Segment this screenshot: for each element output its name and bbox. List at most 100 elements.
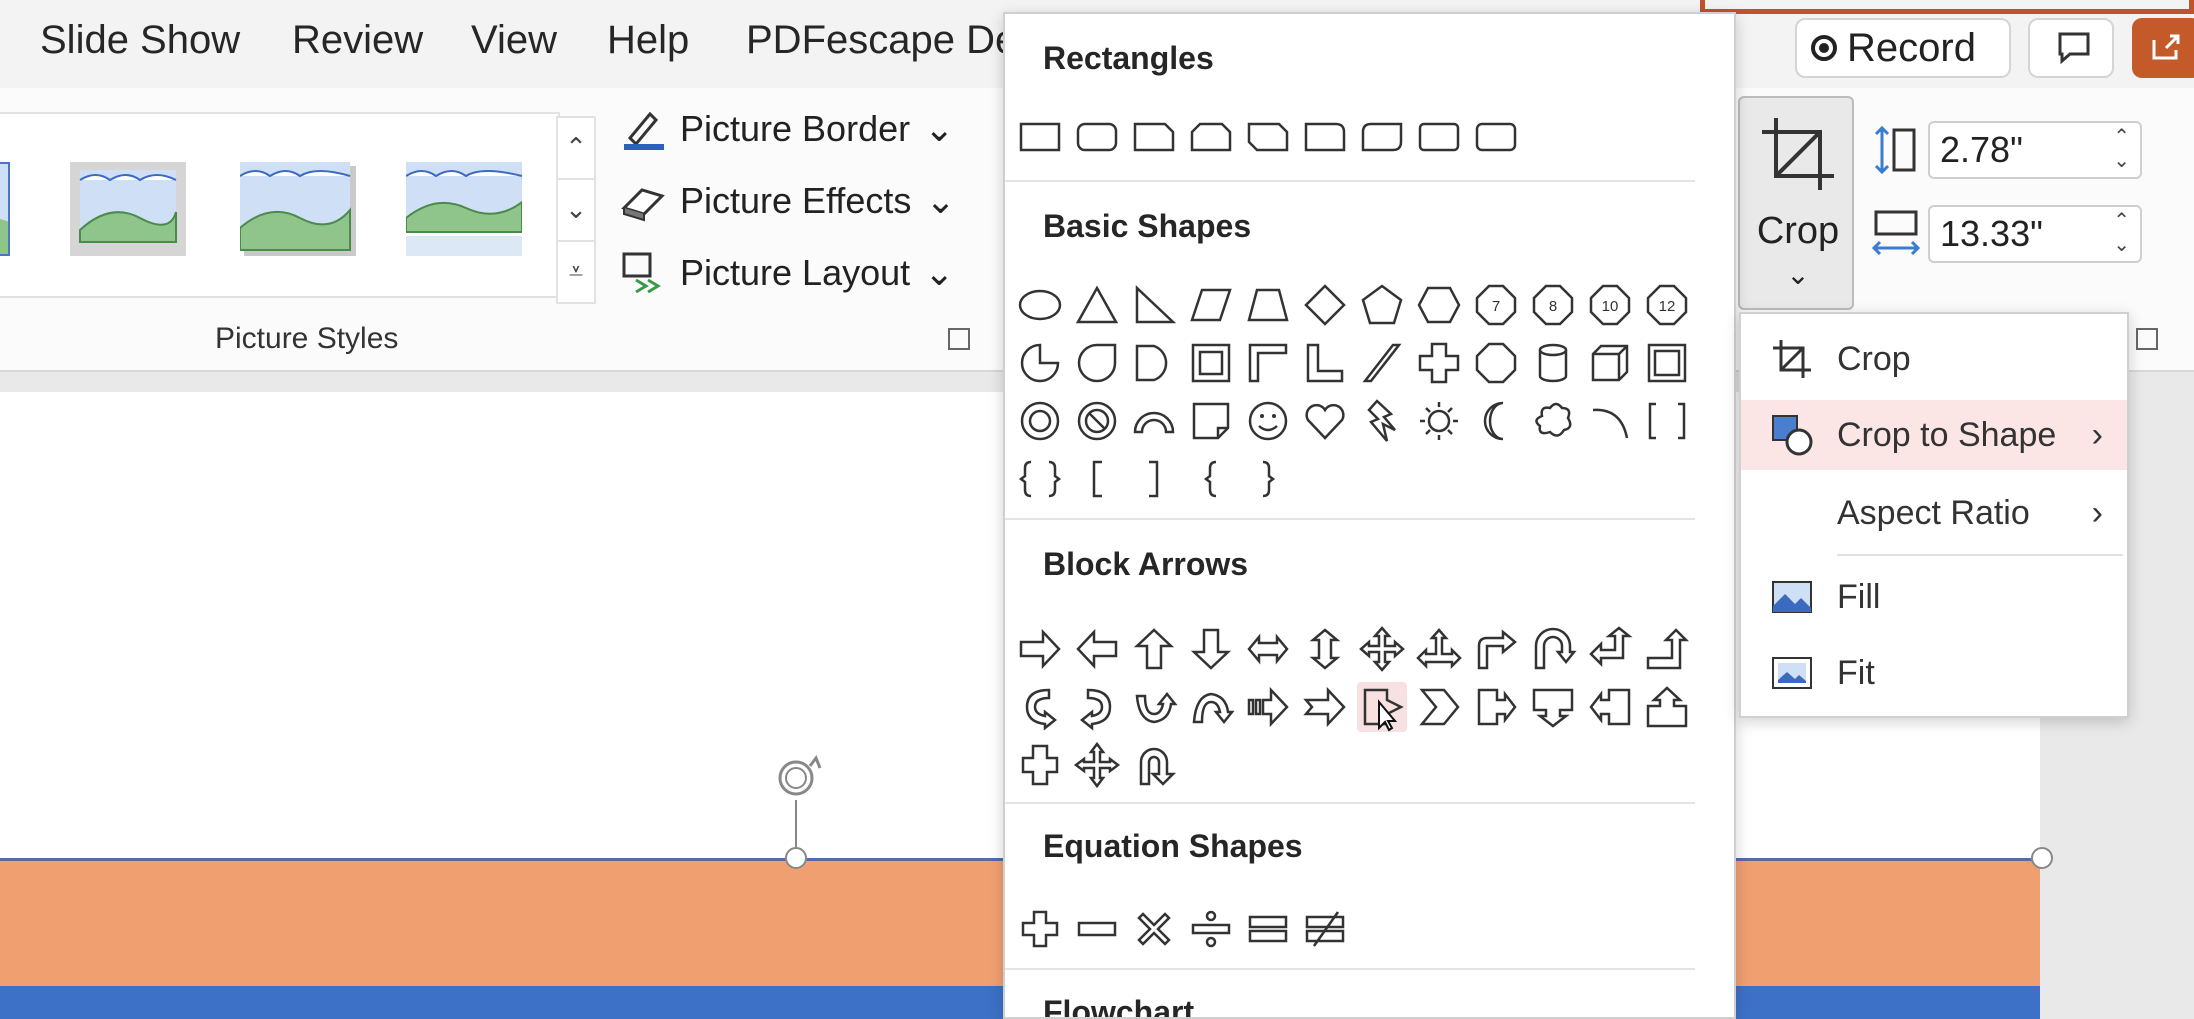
menu-review[interactable]: Review xyxy=(292,18,423,63)
shape-basic[interactable] xyxy=(1642,396,1692,446)
shape-basic[interactable] xyxy=(1072,280,1122,330)
shape-basic[interactable] xyxy=(1414,396,1464,446)
shape-basic[interactable] xyxy=(1072,454,1122,504)
shape-arrow[interactable] xyxy=(1414,624,1464,674)
shape-basic[interactable] xyxy=(1129,454,1179,504)
shape-basic[interactable] xyxy=(1471,338,1521,388)
shape-basic[interactable] xyxy=(1243,338,1293,388)
shape-arrow[interactable] xyxy=(1015,682,1065,732)
gallery-scroll-up-button[interactable]: ⌃ xyxy=(556,116,596,180)
shape-basic[interactable] xyxy=(1300,396,1350,446)
shape-basic[interactable] xyxy=(1186,454,1236,504)
shape-equation[interactable] xyxy=(1129,904,1179,954)
shape-arrow[interactable] xyxy=(1471,624,1521,674)
shape-rectangle[interactable] xyxy=(1129,112,1179,162)
shape-rectangle[interactable] xyxy=(1243,112,1293,162)
shape-equation[interactable] xyxy=(1072,904,1122,954)
dialog-launcher-icon[interactable] xyxy=(948,328,970,350)
shape-basic[interactable] xyxy=(1414,280,1464,330)
shape-basic[interactable] xyxy=(1300,280,1350,330)
shape-rectangle[interactable] xyxy=(1357,112,1407,162)
shape-arrow[interactable] xyxy=(1186,682,1236,732)
width-input[interactable]: 13.33" ⌃ ⌄ xyxy=(1928,205,2142,263)
shape-arrow[interactable] xyxy=(1471,682,1521,732)
shape-basic[interactable] xyxy=(1129,280,1179,330)
shape-basic[interactable] xyxy=(1243,396,1293,446)
shape-rectangle[interactable] xyxy=(1414,112,1464,162)
shape-equation[interactable] xyxy=(1186,904,1236,954)
shape-basic[interactable]: 12 xyxy=(1642,280,1692,330)
shape-arrow[interactable] xyxy=(1414,682,1464,732)
menu-item-crop-to-shape[interactable]: Crop to Shape › xyxy=(1741,400,2127,470)
shape-basic[interactable] xyxy=(1528,396,1578,446)
shape-basic[interactable] xyxy=(1186,396,1236,446)
shape-basic[interactable] xyxy=(1015,280,1065,330)
shape-arrow[interactable] xyxy=(1585,624,1635,674)
shape-basic[interactable]: 7 xyxy=(1471,280,1521,330)
picture-style-thumbnail[interactable] xyxy=(405,162,523,256)
shape-arrow[interactable] xyxy=(1072,682,1122,732)
shape-arrow[interactable] xyxy=(1642,682,1692,732)
picture-style-thumbnail[interactable] xyxy=(239,162,356,256)
shape-rectangle[interactable] xyxy=(1471,112,1521,162)
shape-basic[interactable] xyxy=(1015,454,1065,504)
spinner-icon[interactable]: ⌃ ⌄ xyxy=(2113,209,2130,257)
shape-arrow[interactable] xyxy=(1642,624,1692,674)
shape-arrow[interactable] xyxy=(1357,624,1407,674)
resize-handle[interactable] xyxy=(785,847,807,869)
shape-basic[interactable] xyxy=(1072,338,1122,388)
crop-split-button[interactable]: Crop ⌄ xyxy=(1738,96,1854,310)
shape-basic[interactable] xyxy=(1243,454,1293,504)
shape-basic[interactable] xyxy=(1357,338,1407,388)
menu-pdfescape[interactable]: PDFescape De xyxy=(746,18,1017,63)
shape-arrow[interactable] xyxy=(1015,624,1065,674)
shape-equation[interactable] xyxy=(1243,904,1293,954)
shape-rectangle[interactable] xyxy=(1300,112,1350,162)
shape-arrow[interactable] xyxy=(1015,740,1065,790)
menu-item-fill[interactable]: Fill xyxy=(1741,562,2127,632)
shape-arrow[interactable] xyxy=(1129,682,1179,732)
shape-arrow[interactable] xyxy=(1300,682,1350,732)
resize-handle[interactable] xyxy=(2031,847,2053,869)
shape-basic[interactable] xyxy=(1072,396,1122,446)
shape-basic[interactable]: 8 xyxy=(1528,280,1578,330)
gallery-more-button[interactable]: ⩡ xyxy=(556,240,596,304)
shape-arrow[interactable] xyxy=(1585,682,1635,732)
shape-arrow[interactable] xyxy=(1072,624,1122,674)
shape-basic[interactable] xyxy=(1129,396,1179,446)
shape-basic[interactable] xyxy=(1015,338,1065,388)
shape-basic[interactable] xyxy=(1585,396,1635,446)
shape-basic[interactable] xyxy=(1528,338,1578,388)
shape-basic[interactable] xyxy=(1642,338,1692,388)
shape-basic[interactable] xyxy=(1243,280,1293,330)
shape-arrow[interactable] xyxy=(1528,624,1578,674)
shape-basic[interactable] xyxy=(1414,338,1464,388)
shape-arrow[interactable] xyxy=(1129,624,1179,674)
shape-arrow[interactable] xyxy=(1186,624,1236,674)
shape-arrow[interactable] xyxy=(1243,682,1293,732)
shape-basic[interactable] xyxy=(1585,338,1635,388)
shape-basic[interactable] xyxy=(1357,280,1407,330)
record-button[interactable]: Record xyxy=(1795,18,2011,78)
shape-rectangle[interactable] xyxy=(1072,112,1122,162)
shape-equation[interactable] xyxy=(1300,904,1350,954)
comments-button[interactable] xyxy=(2028,18,2114,78)
shape-arrow[interactable] xyxy=(1129,740,1179,790)
picture-border-button[interactable]: Picture Border ⌄ xyxy=(620,106,954,152)
shape-arrow[interactable] xyxy=(1243,624,1293,674)
menu-slide-show[interactable]: Slide Show xyxy=(40,18,240,63)
shape-arrow[interactable] xyxy=(1357,682,1407,732)
gallery-scroll-down-button[interactable]: ⌄ xyxy=(556,178,596,242)
picture-layout-button[interactable]: Picture Layout ⌄ xyxy=(620,250,954,296)
spinner-icon[interactable]: ⌃ ⌄ xyxy=(2113,125,2130,173)
height-input[interactable]: 2.78" ⌃ ⌄ xyxy=(1928,121,2142,179)
shape-rectangle[interactable] xyxy=(1015,112,1065,162)
picture-effects-button[interactable]: Picture Effects ⌄ xyxy=(620,178,956,224)
shape-arrow[interactable] xyxy=(1300,624,1350,674)
shape-equation[interactable] xyxy=(1015,904,1065,954)
shape-basic[interactable] xyxy=(1357,396,1407,446)
menu-item-aspect-ratio[interactable]: Aspect Ratio › xyxy=(1741,478,2127,548)
menu-help[interactable]: Help xyxy=(607,18,689,63)
menu-item-crop[interactable]: Crop xyxy=(1741,324,2127,394)
picture-style-thumbnail[interactable] xyxy=(70,162,186,256)
